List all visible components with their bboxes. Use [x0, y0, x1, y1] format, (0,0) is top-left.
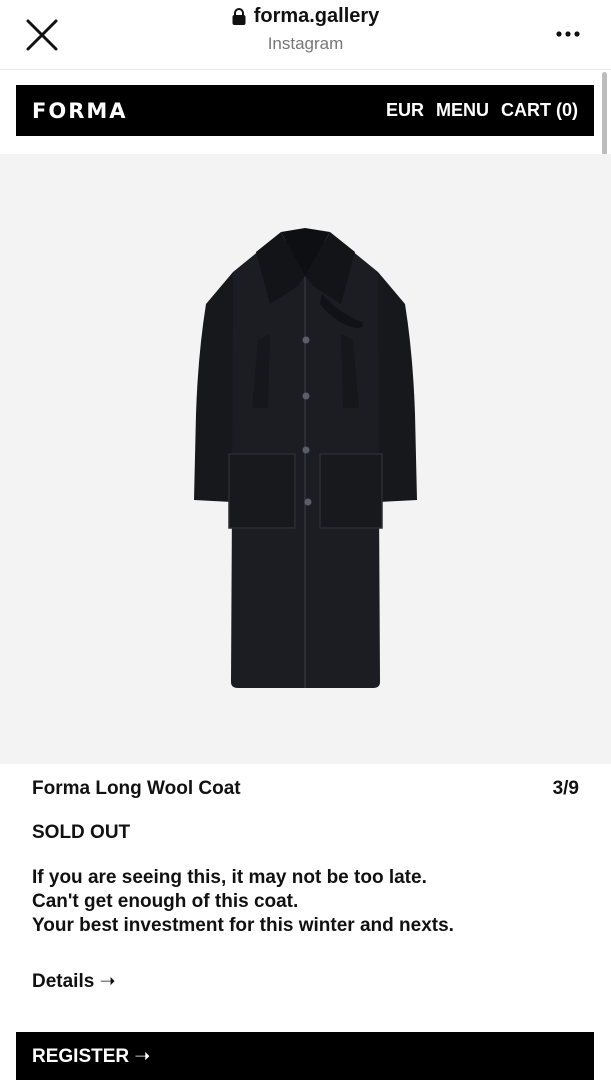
- register-button[interactable]: REGISTER ➝: [16, 1032, 594, 1080]
- product-info: Forma Long Wool Coat 3/9 SOLD OUT If you…: [32, 778, 579, 993]
- site-header: FORMA EUR MENU CART (0): [16, 85, 594, 136]
- lock-icon: [232, 8, 246, 25]
- details-link[interactable]: Details ➝: [32, 970, 116, 993]
- header-nav: EUR MENU CART (0): [386, 100, 578, 121]
- url-display: forma.gallery Instagram: [0, 5, 611, 54]
- cart-button[interactable]: CART (0): [501, 100, 578, 121]
- description-line: If you are seeing this, it may not be to…: [32, 867, 427, 888]
- coat-image: [194, 228, 417, 688]
- product-image[interactable]: [0, 154, 611, 764]
- in-app-browser-bar: forma.gallery Instagram: [0, 0, 611, 70]
- browser-domain: forma.gallery: [253, 5, 380, 27]
- description-line: Can't get enough of this coat.: [32, 891, 299, 912]
- product-description: If you are seeing this, it may not be to…: [32, 866, 579, 938]
- product-title: Forma Long Wool Coat: [32, 778, 241, 799]
- image-counter: 3/9: [552, 778, 579, 799]
- stock-status: SOLD OUT: [32, 822, 131, 843]
- browser-subtitle: Instagram: [267, 34, 344, 53]
- more-icon[interactable]: [555, 22, 581, 46]
- menu-button[interactable]: MENU: [436, 100, 489, 121]
- description-line: Your best investment for this winter and…: [32, 915, 454, 936]
- site-logo[interactable]: FORMA: [32, 99, 128, 123]
- currency-selector[interactable]: EUR: [386, 100, 424, 121]
